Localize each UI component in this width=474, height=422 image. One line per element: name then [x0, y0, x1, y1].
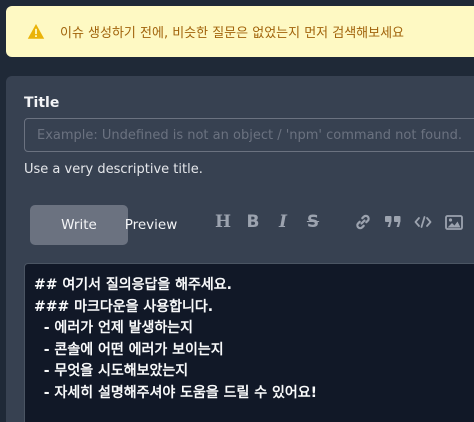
alert-message: 이슈 생성하기 전에, 비슷한 질문은 없었는지 먼저 검색해보세요	[60, 26, 405, 41]
markdown-editor[interactable]: ## 여기서 질의응답을 해주세요. ### 마크다운을 사용합니다. - 에러…	[24, 263, 474, 422]
code-icon[interactable]	[412, 211, 434, 233]
heading-glyph: H	[214, 212, 232, 232]
editor-line: ## 여기서 질의응답을 해주세요.	[34, 277, 232, 293]
strikethrough-glyph: S	[306, 212, 320, 232]
quote-icon[interactable]	[382, 211, 404, 233]
strikethrough-icon[interactable]: S	[302, 211, 324, 233]
title-input[interactable]	[24, 118, 474, 152]
title-label: Title	[24, 95, 60, 111]
bold-glyph: B	[246, 212, 260, 232]
warning-icon	[26, 22, 46, 42]
tab-preview[interactable]: Preview	[112, 205, 190, 245]
bold-icon[interactable]: B	[242, 211, 264, 233]
editor-line: - 에러가 언제 발생하는지	[34, 320, 193, 336]
warning-alert: 이슈 생성하기 전에, 비슷한 질문은 없었는지 먼저 검색해보세요	[6, 6, 474, 57]
editor-line: - 콘솔에 어떤 에러가 보이는지	[34, 341, 224, 358]
editor-line: ### 마크다운을 사용합니다.	[34, 298, 214, 315]
italic-icon[interactable]: I	[272, 211, 294, 233]
editor-line: - 무엇을 시도해보았는지	[34, 363, 189, 379]
editor-line: - 자세히 설명해주셔야 도움을 드릴 수 있어요!	[34, 384, 318, 401]
title-hint: Use a very descriptive title.	[24, 162, 203, 177]
link-icon[interactable]	[352, 211, 374, 233]
italic-glyph: I	[279, 212, 287, 232]
heading-icon[interactable]: H	[212, 211, 234, 233]
image-icon[interactable]	[443, 211, 465, 233]
